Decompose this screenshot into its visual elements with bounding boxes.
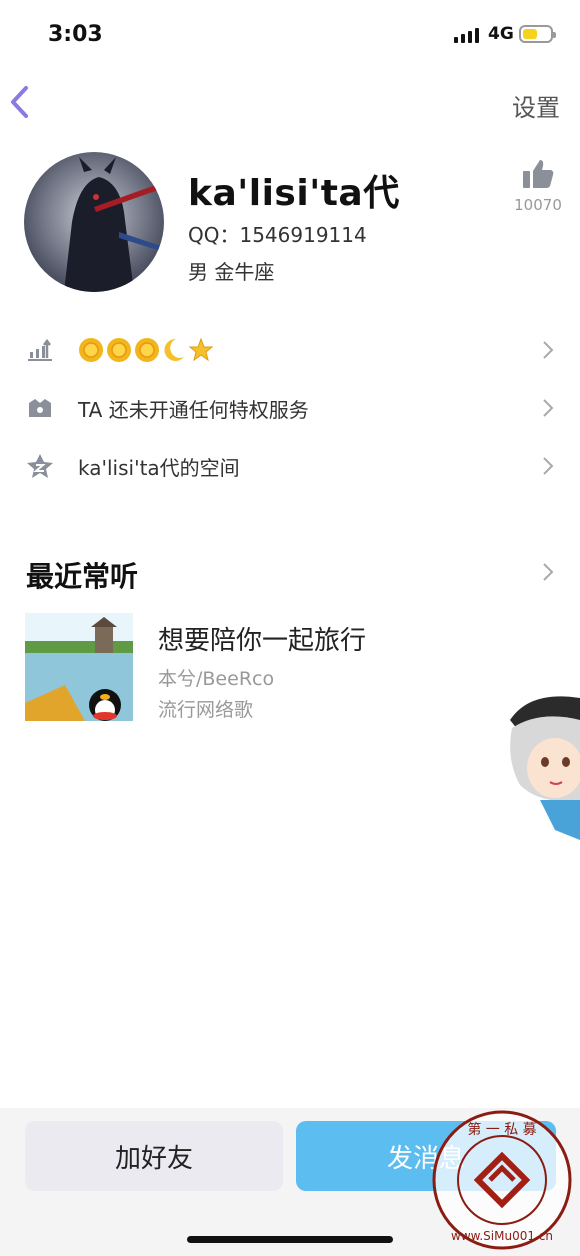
status-time: 3:03: [48, 22, 103, 47]
battery-icon: [519, 25, 556, 43]
settings-button[interactable]: 设置: [512, 88, 560, 123]
song-cover[interactable]: [25, 613, 133, 721]
crown-icon: [24, 392, 56, 424]
sun-icon: [135, 338, 159, 362]
level-badges: [78, 337, 214, 363]
chevron-right-icon: [543, 399, 554, 417]
avatar[interactable]: [24, 152, 164, 292]
svg-text:第 一 私 募: 第 一 私 募: [467, 1121, 536, 1138]
home-indicator[interactable]: [187, 1236, 393, 1243]
qzone-text: ka'lisi'ta代的空间: [78, 455, 240, 480]
watermark-logo: 第 一 私 募 www.SiMu001.cn: [430, 1108, 574, 1252]
level-row[interactable]: [24, 330, 556, 370]
song-title[interactable]: 想要陪你一起旅行: [158, 620, 366, 657]
like-count: 10070: [514, 196, 562, 214]
chevron-left-icon: [11, 86, 28, 118]
moon-icon: [164, 338, 184, 361]
chevron-right-icon: [543, 457, 554, 475]
add-friend-button[interactable]: 加好友: [25, 1121, 283, 1191]
thumbs-up-icon: [523, 160, 554, 188]
star-icon: [188, 337, 214, 362]
qzone-row[interactable]: ka'lisi'ta代的空间: [24, 446, 556, 486]
song-tag: 流行网络歌: [158, 699, 254, 721]
qq-number: QQ：1546919114: [188, 223, 367, 247]
sun-icon: [107, 338, 131, 362]
gender-constellation: 男 金牛座: [188, 260, 275, 284]
song-artist: 本兮/BeeRco: [158, 668, 275, 690]
like-button[interactable]: 10070: [508, 158, 568, 214]
back-button[interactable]: [6, 84, 38, 120]
nickname: ka'lisi'ta代: [188, 173, 400, 214]
sun-icon: [79, 338, 103, 362]
privilege-text: TA 还未开通任何特权服务: [78, 397, 309, 422]
network-type: 4G: [488, 24, 514, 44]
section-title-recent: 最近常听: [26, 560, 139, 593]
chevron-right-icon: [543, 341, 554, 359]
chevron-right-icon[interactable]: [542, 562, 554, 582]
svg-text:www.SiMu001.cn: www.SiMu001.cn: [451, 1229, 553, 1243]
signal-icon: [454, 28, 479, 43]
privilege-row[interactable]: TA 还未开通任何特权服务: [24, 388, 556, 428]
qzone-star-icon: [24, 450, 56, 482]
level-up-icon: [24, 334, 56, 366]
cartoon-sticker-image: [500, 690, 580, 840]
